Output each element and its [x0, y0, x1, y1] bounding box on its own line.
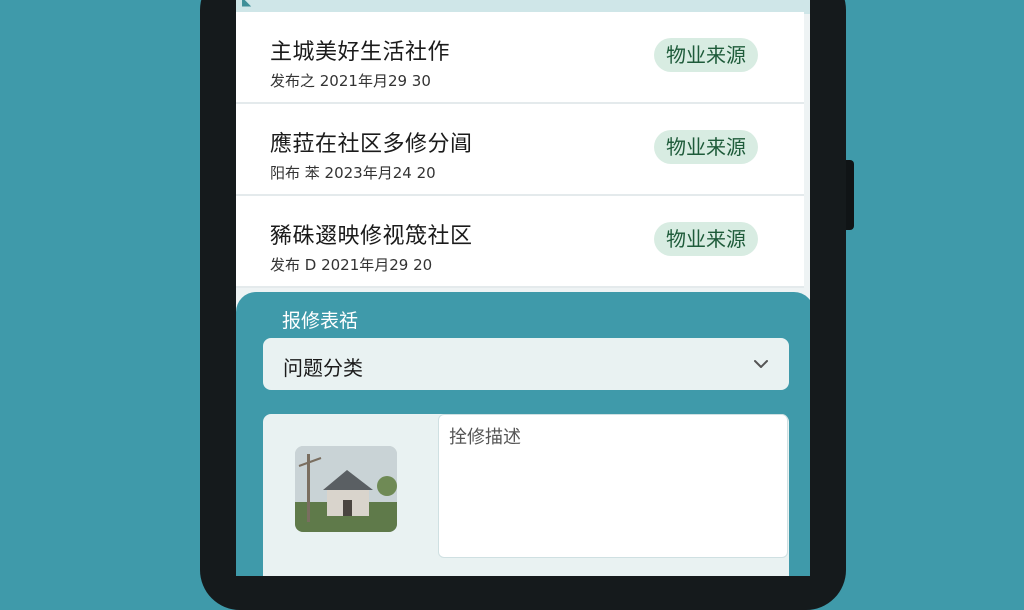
form-title: 报修表䄆: [282, 310, 359, 332]
notice-title: 豨硃逫映修视筬社区: [270, 224, 473, 249]
source-badge: 物业来源: [654, 222, 758, 256]
notice-title: 應菈在社区多修分阊: [270, 132, 473, 157]
repair-description-input[interactable]: [438, 414, 788, 558]
source-badge: 物业来源: [654, 38, 758, 72]
house-photo-thumbnail[interactable]: [295, 446, 397, 532]
category-select[interactable]: 问题分类: [263, 338, 789, 390]
notice-list: 主城美好生活社作 发布之 2021年月29 30 物业来源 應菈在社区多修分阊 …: [236, 12, 804, 288]
source-badge: 物业来源: [654, 130, 758, 164]
repair-form-panel: 报修表䄆 问题分类: [236, 292, 810, 576]
phone-side-button: [846, 160, 854, 230]
app-screen: ◣ 主城美好生活社作 发布之 2021年月29 30 物业来源 應菈在社区多修分…: [236, 0, 810, 576]
back-icon[interactable]: ◣: [242, 0, 252, 8]
notice-date: 阳布 苯 2023年月24 20: [270, 164, 436, 182]
category-select-label: 问题分类: [283, 356, 363, 380]
list-item[interactable]: 應菈在社区多修分阊 阳布 苯 2023年月24 20 物业来源: [236, 104, 804, 196]
notice-date: 发布之 2021年月29 30: [270, 72, 431, 90]
list-item[interactable]: 豨硃逫映修视筬社区 发布 D 2021年月29 20 物业来源: [236, 196, 804, 288]
notice-date: 发布 D 2021年月29 20: [270, 256, 433, 274]
list-item[interactable]: 主城美好生活社作 发布之 2021年月29 30 物业来源: [236, 12, 804, 104]
notice-title: 主城美好生活社作: [270, 40, 451, 65]
chevron-down-icon: [754, 360, 768, 368]
house-photo-image: [295, 446, 397, 532]
